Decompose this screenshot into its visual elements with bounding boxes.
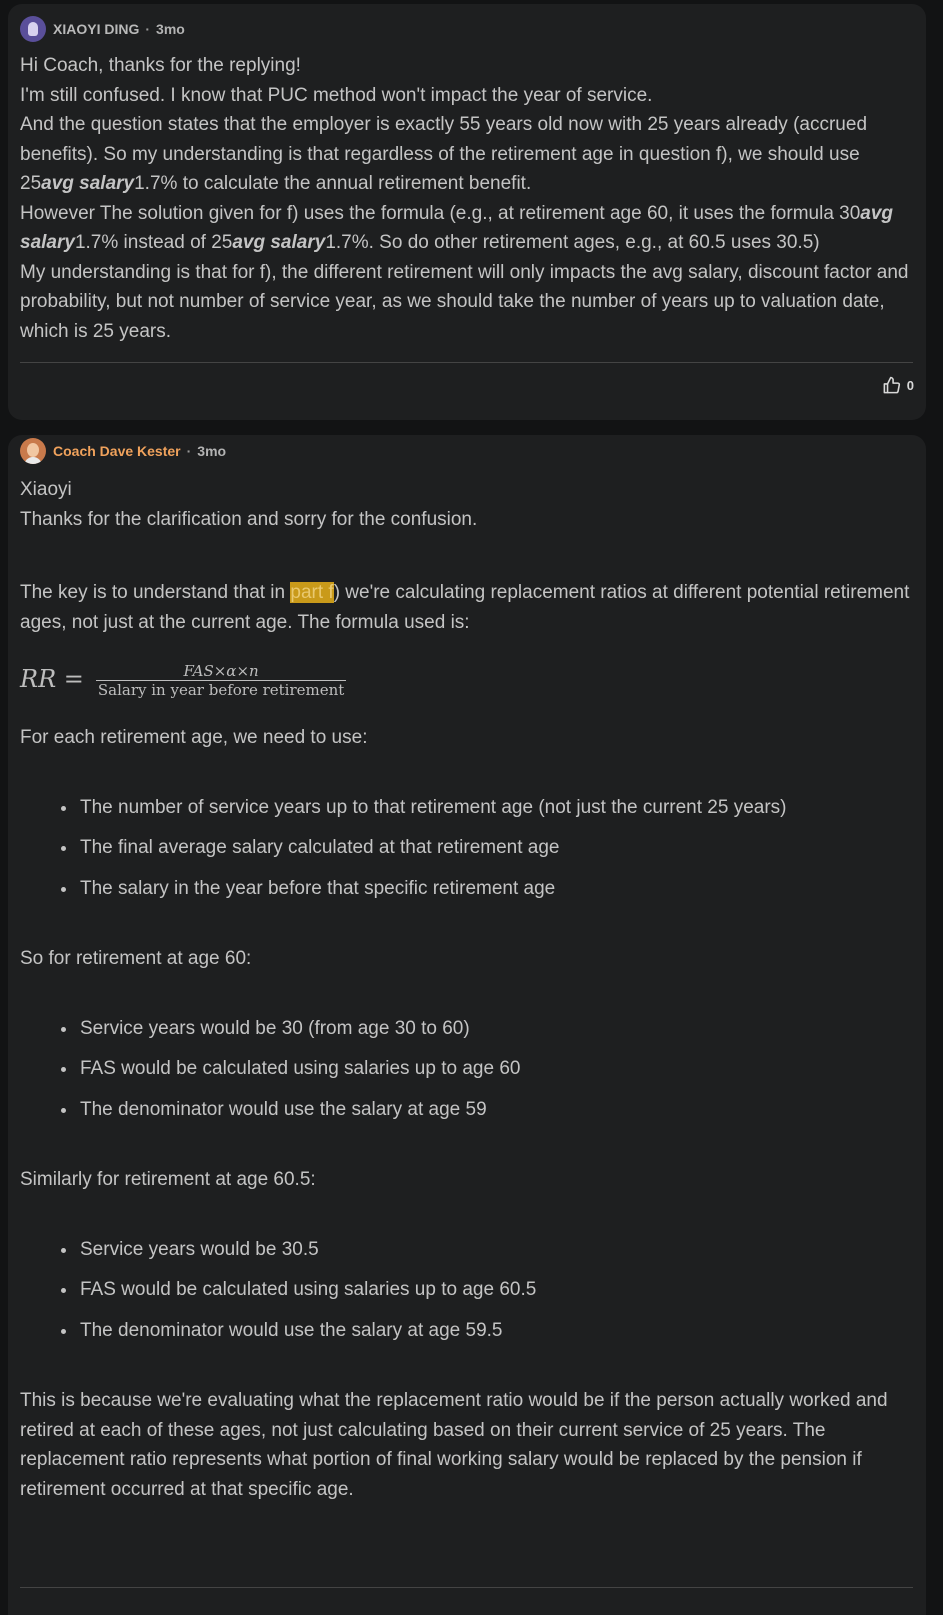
author-name[interactable]: Coach Dave Kester	[53, 443, 181, 459]
search-highlight: part f	[290, 582, 334, 603]
list-item: The number of service years up to that r…	[78, 788, 910, 829]
separator: ·	[186, 443, 192, 459]
comment-line: Hi Coach, thanks for the replying!	[20, 55, 301, 76]
bullet-list: Service years would be 30 (from age 30 t…	[20, 1009, 910, 1131]
comment-paragraph: So for retirement at age 60:	[20, 948, 252, 969]
list-item: The salary in the year before that speci…	[78, 869, 910, 910]
comment-line: I'm still confused. I know that PUC meth…	[20, 84, 653, 106]
author-name[interactable]: XIAOYI DING	[53, 21, 139, 37]
thumbs-up-icon	[883, 376, 900, 394]
like-button[interactable]: 0	[882, 376, 914, 395]
bullet-list: Service years would be 30.5 FAS would be…	[20, 1230, 910, 1352]
formula-denominator: Salary in year before retirement	[95, 679, 347, 699]
bullet-list: The number of service years up to that r…	[20, 788, 910, 910]
like-count: 0	[906, 378, 914, 393]
comment-body: Hi Coach, thanks for the replying! I'm s…	[20, 51, 910, 346]
comment-header: XIAOYI DING · 3mo	[20, 16, 185, 42]
list-item: Service years would be 30.5	[78, 1230, 910, 1271]
formula: RR = FAS×α×n Salary in year before retir…	[20, 637, 910, 723]
divider	[20, 1587, 913, 1588]
comment-card-coach: Coach Dave Kester · 3mo Xiaoyi Thanks fo…	[8, 435, 926, 1615]
timestamp: 3mo	[197, 443, 227, 459]
separator: ·	[145, 21, 151, 37]
comment-paragraph: My understanding is that for f), the dif…	[20, 261, 909, 342]
formula-fraction: FAS×α×n Salary in year before retirement	[95, 661, 347, 699]
formula-numerator: FAS×α×n	[183, 661, 259, 680]
comment-paragraph: The key is to understand that in part f)…	[20, 582, 910, 633]
timestamp: 3mo	[156, 21, 185, 37]
comment-paragraph: For each retirement age, we need to use:	[20, 727, 368, 748]
comment-paragraph: Similarly for retirement at age 60.5:	[20, 1169, 316, 1190]
avatar[interactable]	[20, 438, 46, 464]
comment-body: Xiaoyi Thanks for the clarification and …	[20, 475, 910, 1504]
comment-header: Coach Dave Kester · 3mo	[20, 438, 226, 464]
list-item: The denominator would use the salary at …	[78, 1090, 910, 1131]
list-item: The final average salary calculated at t…	[78, 828, 910, 869]
comment-line: Thanks for the clarification and sorry f…	[20, 508, 478, 530]
list-item: Service years would be 30 (from age 30 t…	[78, 1009, 910, 1050]
list-item: FAS would be calculated using salaries u…	[78, 1270, 910, 1311]
comment-paragraph: This is because we're evaluating what th…	[20, 1390, 888, 1500]
comment-card-xiaoyi: XIAOYI DING · 3mo Hi Coach, thanks for t…	[8, 4, 926, 420]
divider	[20, 362, 913, 363]
comment-paragraph: And the question states that the employe…	[20, 114, 868, 194]
comment-paragraph: However The solution given for f) uses t…	[20, 202, 894, 254]
comment-line: Xiaoyi	[20, 479, 72, 500]
avatar[interactable]	[20, 16, 46, 42]
formula-lhs: RR =	[20, 665, 84, 694]
list-item: FAS would be calculated using salaries u…	[78, 1049, 910, 1090]
list-item: The denominator would use the salary at …	[78, 1311, 910, 1352]
